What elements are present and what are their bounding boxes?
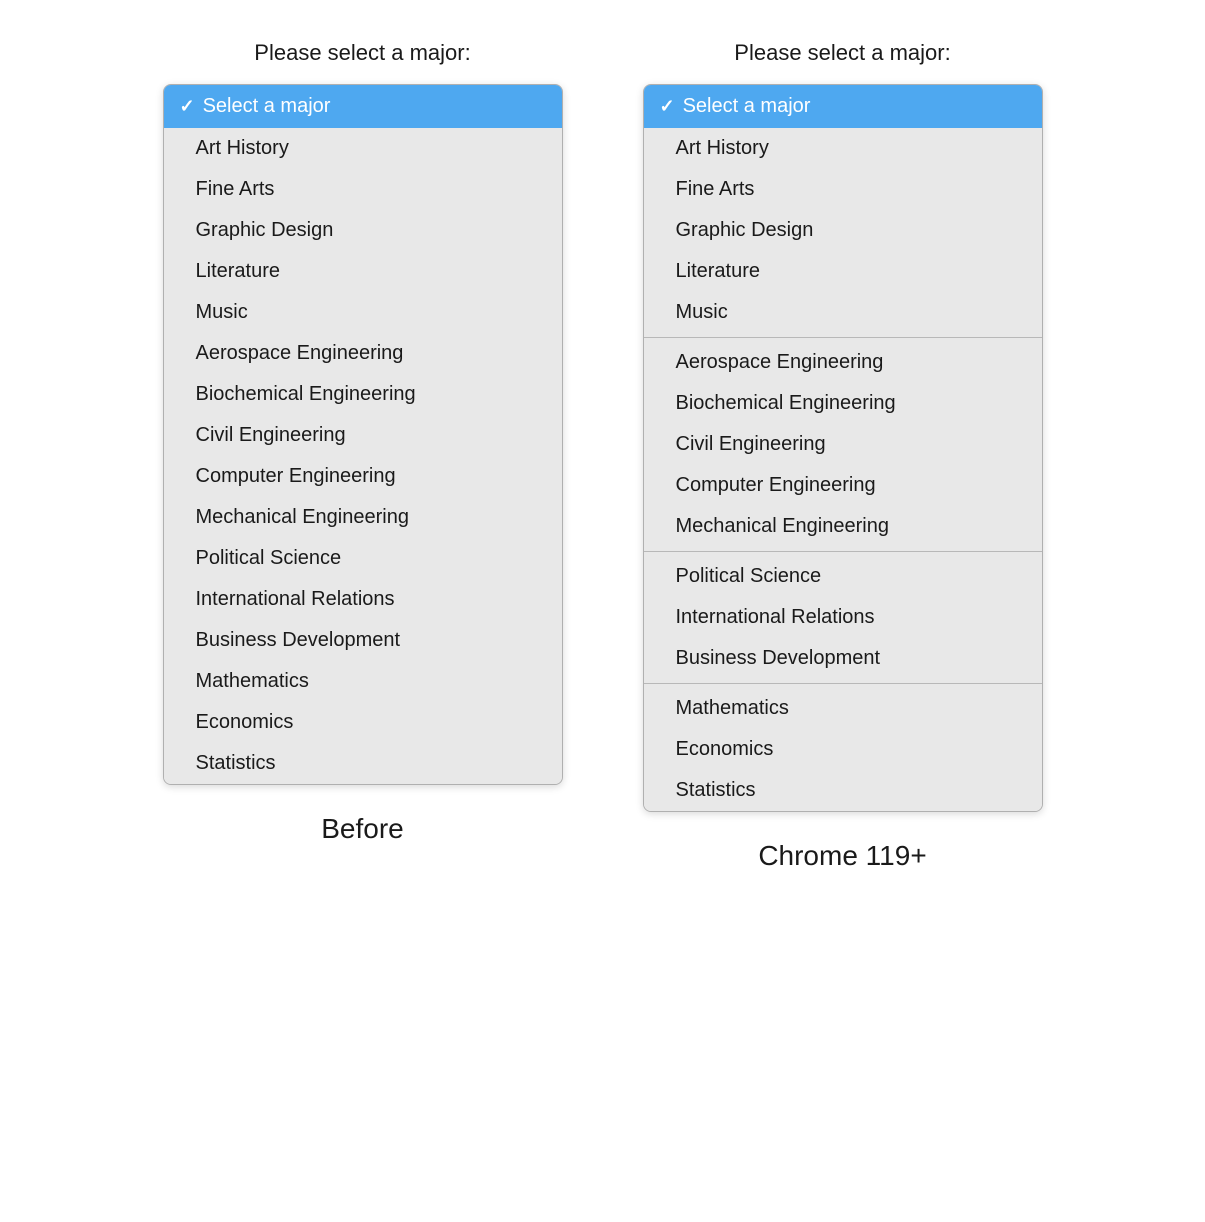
after-selected-label: Select a major [683,95,811,118]
before-caption: Before [321,813,404,845]
list-item[interactable]: Mechanical Engineering [644,506,1042,547]
list-item[interactable]: Biochemical Engineering [644,383,1042,424]
list-item[interactable]: Civil Engineering [164,415,562,456]
page-container: Please select a major: ✓ Select a major … [20,40,1185,872]
list-item[interactable]: Art History [164,128,562,169]
list-item[interactable]: Business Development [164,620,562,661]
after-column: Please select a major: ✓ Select a major … [643,40,1043,872]
list-item[interactable]: Graphic Design [644,210,1042,251]
list-item[interactable]: Fine Arts [644,169,1042,210]
before-selected-option[interactable]: ✓ Select a major [164,85,562,128]
list-item[interactable]: Aerospace Engineering [164,333,562,374]
group-divider [644,683,1042,684]
list-item[interactable]: Statistics [164,743,562,784]
list-item[interactable]: Statistics [644,770,1042,811]
before-checkmark-icon: ✓ [180,96,195,117]
list-item[interactable]: Computer Engineering [644,465,1042,506]
list-item[interactable]: Music [164,292,562,333]
after-label: Please select a major: [734,40,950,66]
list-item[interactable]: International Relations [164,579,562,620]
list-item[interactable]: Computer Engineering [164,456,562,497]
after-items-list: Art HistoryFine ArtsGraphic DesignLitera… [644,128,1042,811]
after-checkmark-icon: ✓ [660,96,675,117]
list-item[interactable]: Political Science [164,538,562,579]
list-item[interactable]: Aerospace Engineering [644,342,1042,383]
before-items-list: Art HistoryFine ArtsGraphic DesignLitera… [164,128,562,784]
group-divider [644,337,1042,338]
before-column: Please select a major: ✓ Select a major … [163,40,563,845]
list-item[interactable]: Political Science [644,556,1042,597]
list-item[interactable]: Graphic Design [164,210,562,251]
list-item[interactable]: Literature [164,251,562,292]
before-selected-label: Select a major [203,95,331,118]
list-item[interactable]: Fine Arts [164,169,562,210]
list-item[interactable]: Business Development [644,638,1042,679]
list-item[interactable]: Mathematics [164,661,562,702]
after-dropdown[interactable]: ✓ Select a major Art HistoryFine ArtsGra… [643,84,1043,812]
list-item[interactable]: Music [644,292,1042,333]
list-item[interactable]: Biochemical Engineering [164,374,562,415]
list-item[interactable]: Economics [164,702,562,743]
before-label: Please select a major: [254,40,470,66]
after-selected-option[interactable]: ✓ Select a major [644,85,1042,128]
list-item[interactable]: Civil Engineering [644,424,1042,465]
group-divider [644,551,1042,552]
list-item[interactable]: Mechanical Engineering [164,497,562,538]
list-item[interactable]: Economics [644,729,1042,770]
list-item[interactable]: Mathematics [644,688,1042,729]
before-dropdown[interactable]: ✓ Select a major Art HistoryFine ArtsGra… [163,84,563,785]
list-item[interactable]: International Relations [644,597,1042,638]
list-item[interactable]: Literature [644,251,1042,292]
after-caption: Chrome 119+ [758,840,926,872]
list-item[interactable]: Art History [644,128,1042,169]
